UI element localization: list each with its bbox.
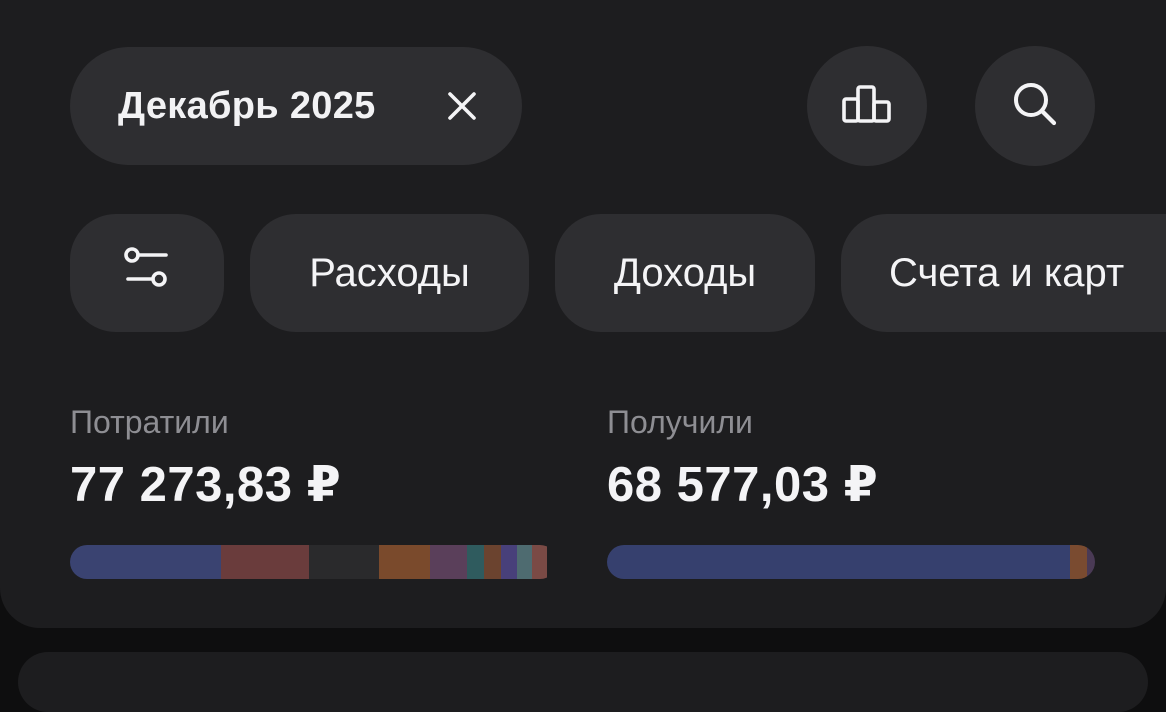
summary-card: Декабрь 2025 Расходы Доходы Счета и карт… <box>0 0 1166 628</box>
period-label: Декабрь 2025 <box>118 84 376 127</box>
received-amount[interactable]: 68 577,03 ₽ <box>607 456 878 513</box>
breakdown-segment <box>466 545 484 579</box>
period-chip[interactable]: Декабрь 2025 <box>70 47 522 165</box>
close-icon[interactable] <box>444 88 480 124</box>
breakdown-segment <box>430 545 467 579</box>
chip-accounts-and-cards[interactable]: Счета и карт <box>841 214 1166 332</box>
spent-amount[interactable]: 77 273,83 ₽ <box>70 456 341 513</box>
spent-label: Потратили <box>70 404 229 440</box>
chip-label: Счета и карт <box>889 250 1125 295</box>
chip-income[interactable]: Доходы <box>555 214 815 332</box>
spent-breakdown-bar[interactable] <box>70 545 557 579</box>
breakdown-segment <box>308 545 380 579</box>
breakdown-segment <box>483 545 501 579</box>
chip-expenses[interactable]: Расходы <box>250 214 529 332</box>
bar-chart-icon <box>841 84 893 129</box>
statistics-button[interactable] <box>807 46 927 166</box>
breakdown-segment <box>531 545 548 579</box>
breakdown-segment <box>70 545 221 579</box>
breakdown-segment <box>1086 545 1095 579</box>
search-icon <box>1010 79 1060 134</box>
breakdown-segment <box>517 545 532 579</box>
breakdown-segment <box>379 545 431 579</box>
received-breakdown-bar[interactable] <box>607 545 1095 579</box>
search-button[interactable] <box>975 46 1095 166</box>
breakdown-segment <box>220 545 309 579</box>
next-card <box>18 652 1148 712</box>
breakdown-segment <box>1069 545 1087 579</box>
sliders-icon <box>122 245 172 301</box>
breakdown-segment <box>501 545 518 579</box>
chip-label: Доходы <box>613 250 757 295</box>
chip-label: Расходы <box>309 250 470 295</box>
breakdown-segment <box>607 545 1070 579</box>
received-label: Получили <box>607 404 753 440</box>
filter-button[interactable] <box>70 214 224 332</box>
